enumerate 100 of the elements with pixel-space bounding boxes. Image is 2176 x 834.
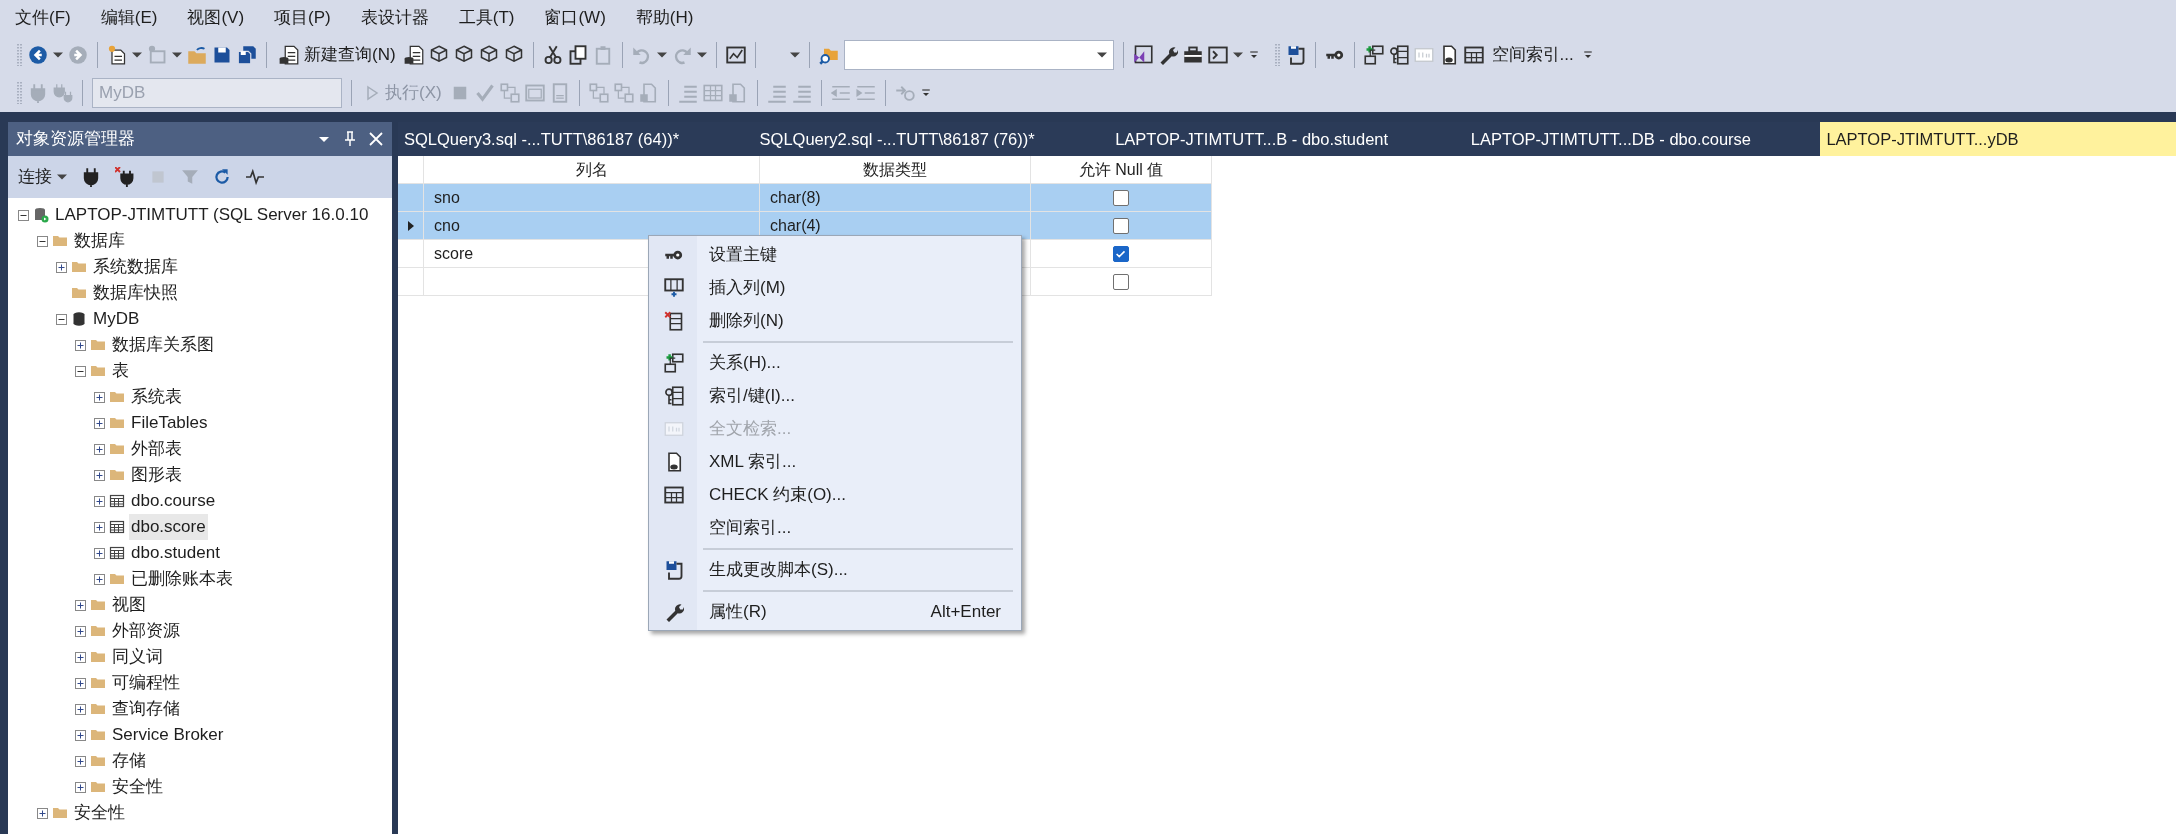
tree-item[interactable]: 外部表 bbox=[129, 436, 184, 462]
activity-icon[interactable] bbox=[245, 168, 265, 186]
tree-item[interactable]: 安全性 bbox=[110, 774, 165, 800]
menu-item[interactable]: 窗口(W) bbox=[529, 5, 621, 31]
document-tab[interactable]: LAPTOP-JTIMTUTT...yDB bbox=[1820, 122, 2176, 156]
dropdown-caret-icon[interactable] bbox=[696, 52, 707, 58]
tree-item[interactable]: dbo.course bbox=[129, 488, 218, 514]
copy-icon[interactable] bbox=[567, 45, 588, 65]
cube-icon[interactable] bbox=[503, 45, 524, 65]
expand-icon[interactable] bbox=[75, 703, 86, 715]
menu-item[interactable]: 插入列(M) bbox=[651, 271, 1019, 304]
expand-icon[interactable] bbox=[94, 547, 105, 559]
tree-item[interactable]: 视图 bbox=[110, 592, 148, 618]
back-icon[interactable] bbox=[28, 45, 48, 65]
tree-item[interactable]: LAPTOP-JTIMTUTT (SQL Server 16.0.10 bbox=[53, 202, 371, 228]
dropdown-caret-icon[interactable] bbox=[172, 52, 182, 58]
dropdown-caret-icon[interactable] bbox=[789, 52, 800, 58]
tree-item[interactable]: dbo.student bbox=[129, 540, 222, 566]
save-icon[interactable] bbox=[212, 45, 232, 65]
checkbox[interactable] bbox=[1113, 273, 1129, 290]
tree-item[interactable]: 查询存储 bbox=[110, 696, 182, 722]
expand-icon[interactable] bbox=[94, 469, 105, 481]
expand-icon[interactable] bbox=[94, 443, 105, 455]
expand-icon[interactable] bbox=[94, 573, 105, 585]
checkbox[interactable] bbox=[1113, 189, 1129, 206]
window-icon[interactable] bbox=[1132, 45, 1153, 65]
checkbox[interactable] bbox=[1113, 245, 1129, 262]
new-project-icon[interactable] bbox=[107, 45, 127, 65]
connect-icon[interactable] bbox=[81, 167, 101, 187]
tree-item[interactable]: 数据库 bbox=[72, 228, 127, 254]
checkbox[interactable] bbox=[1113, 217, 1129, 234]
expand-icon[interactable] bbox=[56, 261, 67, 273]
tree-item[interactable]: 存储 bbox=[110, 748, 148, 774]
dropdown-caret-icon[interactable] bbox=[53, 52, 63, 58]
dropdown-caret-icon[interactable] bbox=[656, 52, 667, 58]
menu-item[interactable]: 视图(V) bbox=[172, 5, 260, 31]
menu-item[interactable]: XML 索引... bbox=[651, 445, 1019, 478]
check-icon[interactable] bbox=[474, 83, 495, 103]
menu-item[interactable]: 文件(F) bbox=[0, 5, 86, 31]
open-folder-icon[interactable] bbox=[187, 45, 207, 65]
tree-item[interactable]: 数据库关系图 bbox=[110, 332, 216, 358]
tree-item[interactable]: 系统表 bbox=[129, 384, 184, 410]
refresh-icon[interactable] bbox=[213, 168, 231, 186]
chart-window-icon[interactable] bbox=[725, 45, 746, 65]
expand-icon[interactable] bbox=[94, 391, 105, 403]
menu-item[interactable]: 帮助(H) bbox=[620, 5, 709, 31]
expand-icon[interactable] bbox=[75, 339, 86, 351]
spatial-index-button[interactable]: 空间索引... bbox=[1488, 40, 1577, 70]
tree-item[interactable]: 系统数据库 bbox=[91, 254, 180, 280]
expand-icon[interactable] bbox=[75, 755, 86, 767]
collapse-icon[interactable] bbox=[75, 365, 86, 377]
collapse-icon[interactable] bbox=[37, 235, 48, 247]
expand-icon[interactable] bbox=[75, 677, 86, 689]
tree-item[interactable]: dbo.score bbox=[129, 514, 208, 540]
expand-icon[interactable] bbox=[75, 599, 86, 611]
expand-icon[interactable] bbox=[94, 521, 105, 533]
relationship-icon[interactable] bbox=[1363, 45, 1384, 65]
menu-item[interactable]: 关系(H)... bbox=[651, 346, 1019, 379]
dropdown-caret-icon[interactable] bbox=[132, 52, 142, 58]
cube-icon[interactable] bbox=[478, 45, 499, 65]
expand-icon[interactable] bbox=[75, 729, 86, 741]
menu-item[interactable]: 编辑(E) bbox=[85, 5, 173, 31]
menu-item[interactable]: 生成更改脚本(S)... bbox=[651, 553, 1019, 586]
tree-item[interactable]: MyDB bbox=[91, 306, 142, 332]
menu-item[interactable]: 空间索引... bbox=[651, 511, 1019, 544]
tree-item[interactable]: 安全性 bbox=[72, 800, 127, 826]
terminal-icon[interactable] bbox=[1207, 45, 1228, 65]
expand-icon[interactable] bbox=[94, 417, 105, 429]
tree-item[interactable]: 同义词 bbox=[110, 644, 165, 670]
tree-item[interactable]: 外部资源 bbox=[110, 618, 182, 644]
save-all-icon[interactable] bbox=[237, 45, 257, 65]
tree-item[interactable]: 表 bbox=[110, 358, 131, 384]
tree-item[interactable]: FileTables bbox=[129, 410, 210, 436]
tree-item[interactable]: 可编程性 bbox=[110, 670, 182, 696]
menu-item[interactable]: 工具(T) bbox=[443, 5, 530, 31]
close-icon[interactable] bbox=[368, 131, 384, 147]
menu-item[interactable]: 项目(P) bbox=[259, 5, 346, 31]
menu-item[interactable]: 索引/键(I)... bbox=[651, 379, 1019, 412]
tree-item[interactable]: 图形表 bbox=[129, 462, 184, 488]
menu-item[interactable]: 表设计器 bbox=[345, 5, 444, 31]
new-query-button[interactable]: 新建查询(N) bbox=[276, 40, 399, 70]
collapse-icon[interactable] bbox=[18, 209, 29, 221]
dropdown-caret-icon[interactable] bbox=[1232, 52, 1243, 58]
expand-icon[interactable] bbox=[75, 651, 86, 663]
document-tab[interactable]: SQLQuery3.sql -...TUTT\86187 (64))* bbox=[398, 122, 754, 156]
menu-item[interactable]: 属性(R) Alt+Enter bbox=[651, 595, 1019, 628]
cube-icon[interactable] bbox=[453, 45, 474, 65]
cut-icon[interactable] bbox=[542, 45, 563, 65]
tree-item[interactable]: 数据库快照 bbox=[91, 280, 180, 306]
tree-item[interactable]: Service Broker bbox=[110, 722, 226, 748]
table-icon[interactable] bbox=[1463, 45, 1484, 65]
expand-icon[interactable] bbox=[37, 807, 48, 819]
expand-icon[interactable] bbox=[94, 495, 105, 507]
document-tab[interactable]: LAPTOP-JTIMTUTT...DB - dbo.course bbox=[1464, 122, 1821, 156]
document-tab[interactable]: LAPTOP-JTIMTUTT...B - dbo.student bbox=[1109, 122, 1465, 156]
collapse-icon[interactable] bbox=[56, 313, 67, 325]
tree-item[interactable]: 已删除账本表 bbox=[129, 566, 235, 592]
expand-icon[interactable] bbox=[75, 625, 86, 637]
menu-item[interactable]: 删除列(N) bbox=[651, 304, 1019, 337]
connect-button[interactable]: 连接 bbox=[18, 164, 67, 190]
